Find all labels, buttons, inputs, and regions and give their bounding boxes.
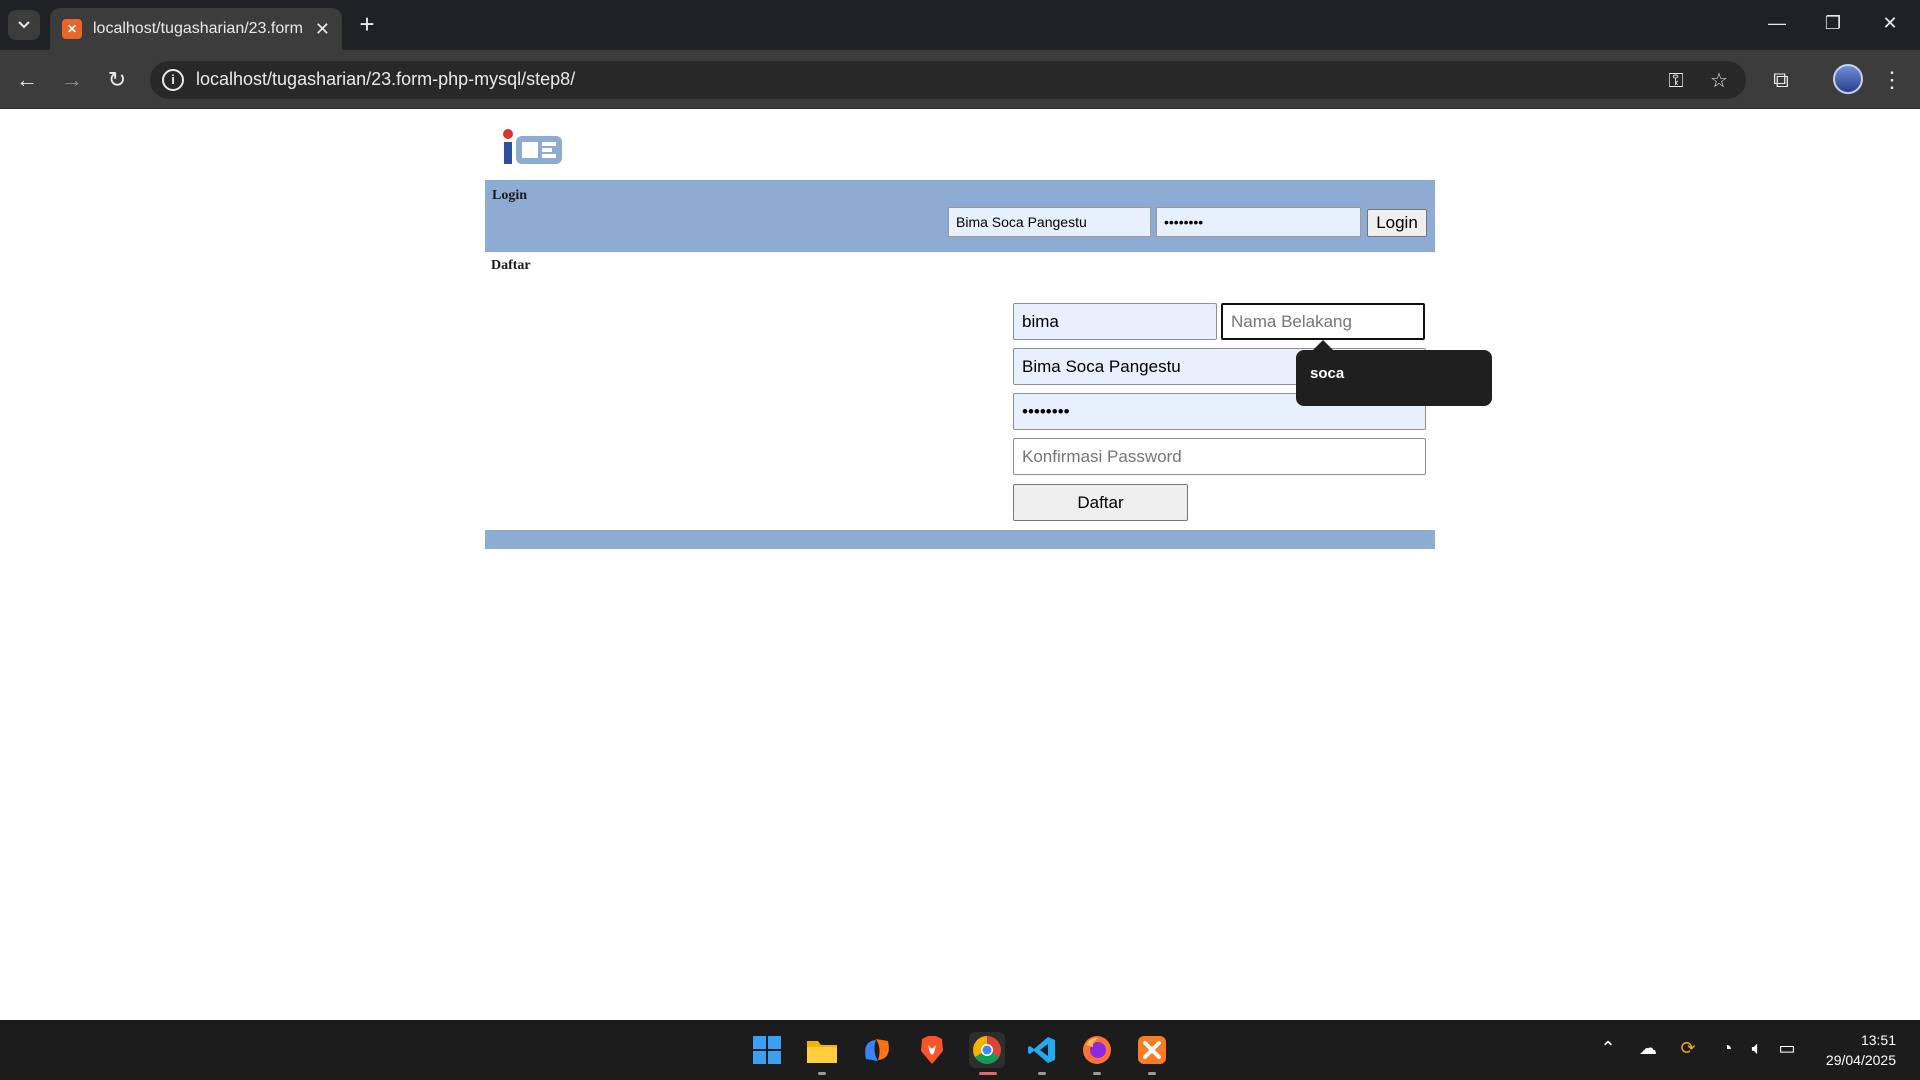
bookmark-star-icon[interactable]: ☆ xyxy=(1705,67,1733,95)
first-name-input[interactable]: bima xyxy=(1013,303,1217,340)
show-hidden-icons-chevron-icon[interactable]: ⌃ xyxy=(1596,1038,1620,1059)
sync-update-icon[interactable]: ⟳ xyxy=(1676,1038,1700,1059)
firefox-icon[interactable] xyxy=(1079,1032,1115,1068)
back-icon[interactable]: ← xyxy=(9,62,45,98)
brave-browser-icon[interactable] xyxy=(914,1032,950,1068)
site-info-icon[interactable]: i xyxy=(162,69,184,91)
ide-logo xyxy=(503,129,562,164)
login-bar: Login Bima Soca Pangestu •••••••• Login xyxy=(485,180,1435,252)
forward-icon[interactable]: → xyxy=(54,62,90,98)
xampp-favicon-icon: ✕ xyxy=(62,19,82,39)
daftar-title: Daftar xyxy=(491,258,531,273)
tab-close-icon[interactable]: ✕ xyxy=(315,19,330,40)
xampp-icon[interactable] xyxy=(1134,1032,1170,1068)
new-tab-button[interactable]: + xyxy=(352,10,382,40)
running-indicator xyxy=(818,1072,826,1075)
running-indicator xyxy=(1148,1072,1156,1075)
copilot-icon[interactable] xyxy=(859,1032,895,1068)
chrome-icon[interactable] xyxy=(969,1032,1005,1068)
login-username-input[interactable]: Bima Soca Pangestu xyxy=(948,207,1151,237)
profile-avatar[interactable] xyxy=(1833,64,1863,94)
active-indicator xyxy=(979,1072,997,1075)
autofill-suggestion[interactable]: soca xyxy=(1296,350,1492,406)
login-password-input[interactable]: •••••••• xyxy=(1156,207,1361,237)
browser-toolbar: ← → ↻ i localhost/tugasharian/23.form-ph… xyxy=(0,50,1920,109)
volume-icon[interactable]: 🔈︎ xyxy=(1745,1038,1769,1059)
browser-tab-bar: ✕ localhost/tugasharian/23.form-php-mysq… xyxy=(0,0,1920,50)
restore-icon[interactable]: ❐ xyxy=(1813,8,1853,38)
running-indicator xyxy=(1038,1072,1046,1075)
chevron-down-icon xyxy=(18,21,30,29)
clock-date: 29/04/2025 xyxy=(1825,1052,1896,1068)
more-menu-icon[interactable]: ⋮ xyxy=(1876,64,1908,96)
tab-search-button[interactable] xyxy=(8,10,40,40)
running-indicator xyxy=(1093,1072,1101,1075)
web-page: Login Bima Soca Pangestu •••••••• Login … xyxy=(0,110,1920,1020)
confirm-password-input[interactable]: Konfirmasi Password xyxy=(1013,438,1426,475)
file-explorer-icon[interactable] xyxy=(804,1032,840,1068)
reload-icon[interactable]: ↻ xyxy=(99,62,135,98)
daftar-button[interactable]: Daftar xyxy=(1013,484,1188,521)
wifi-icon[interactable]: ◔ xyxy=(1715,1038,1739,1059)
minimize-icon[interactable]: — xyxy=(1757,8,1797,38)
footer-bar xyxy=(485,530,1435,549)
windows-taskbar: ⌃ ☁ ⟳ ◔ 🔈︎ ▭ 13:51 29/04/2025 xyxy=(0,1020,1920,1080)
clock-time: 13:51 xyxy=(1860,1032,1896,1048)
url-text[interactable]: localhost/tugasharian/23.form-php-mysql/… xyxy=(196,69,575,90)
extensions-icon[interactable]: ⧉ xyxy=(1765,64,1797,96)
login-title: Login xyxy=(492,188,528,203)
tab-title: localhost/tugasharian/23.form-php-mysql xyxy=(93,20,303,37)
windows-start-icon[interactable] xyxy=(749,1032,785,1068)
browser-tab[interactable]: ✕ localhost/tugasharian/23.form-php-mysq… xyxy=(50,8,342,50)
address-bar[interactable]: i localhost/tugasharian/23.form-php-mysq… xyxy=(150,61,1746,99)
onedrive-error-icon[interactable]: ☁ xyxy=(1636,1038,1660,1059)
battery-icon[interactable]: ▭ xyxy=(1775,1038,1799,1059)
system-clock[interactable]: 13:51 29/04/2025 xyxy=(1814,1030,1896,1070)
last-name-input[interactable]: Nama Belakang xyxy=(1221,303,1425,340)
login-button[interactable]: Login xyxy=(1367,209,1427,237)
password-key-icon[interactable]: ⚿ xyxy=(1662,67,1690,95)
window-close-icon[interactable]: ✕ xyxy=(1870,8,1910,38)
vscode-icon[interactable] xyxy=(1024,1032,1060,1068)
